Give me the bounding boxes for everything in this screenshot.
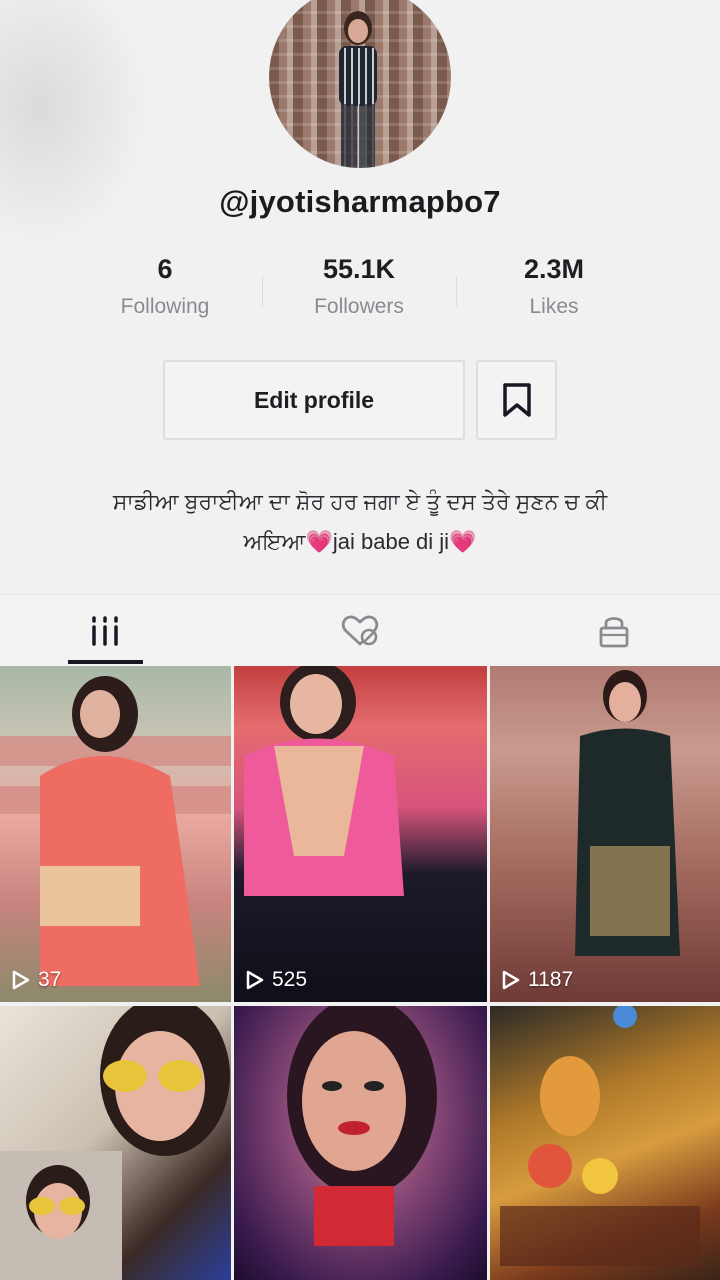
play-icon — [502, 970, 520, 990]
stats-divider — [262, 276, 263, 306]
thumbnail-image — [0, 676, 231, 986]
avatar[interactable] — [269, 0, 451, 168]
bio: ਸਾਡੀਆ ਬੁਰਾਈਆ ਦਾ ਸ਼ੋਰ ਹਰ ਜਗਾ ਏ ਤੂੰ ਦਸ ਤੇਰ… — [40, 482, 680, 562]
bio-line: ਸਾਡੀਆ ਬੁਰਾਈਆ ਦਾ ਸ਼ੋਰ ਹਰ ਜਗਾ ਏ ਤੂੰ ਦਸ ਤੇਰ… — [112, 489, 608, 514]
content-tabs — [0, 594, 720, 667]
bookmark-icon — [502, 383, 531, 417]
background-decoration — [0, 0, 160, 260]
view-count-text: 37 — [38, 968, 62, 991]
video-thumbnail[interactable]: 525 — [234, 666, 487, 1002]
lock-icon — [599, 617, 629, 648]
thumbnail-image — [575, 670, 680, 956]
likes-label: Likes — [529, 295, 579, 318]
stat-followers[interactable]: 55.1K Followers — [269, 254, 449, 319]
tab-private[interactable] — [554, 595, 674, 667]
following-count: 6 — [157, 254, 173, 284]
video-thumbnail[interactable]: 1187 — [490, 666, 720, 1002]
following-label: Following — [120, 295, 210, 318]
play-icon — [12, 970, 30, 990]
play-icon — [246, 970, 264, 990]
active-tab-indicator — [68, 660, 143, 664]
tab-videos[interactable] — [45, 595, 165, 667]
thumbnail-image — [0, 1006, 230, 1280]
avatar-person-image — [339, 11, 377, 168]
thumbnail-image — [287, 1006, 437, 1246]
tab-liked[interactable] — [300, 595, 420, 667]
likes-count: 2.3M — [523, 254, 585, 284]
thumbnail-image — [500, 1006, 700, 1266]
stat-likes[interactable]: 2.3M Likes — [464, 254, 644, 319]
video-thumbnail[interactable] — [234, 1006, 487, 1280]
video-thumbnail[interactable] — [0, 1006, 231, 1280]
followers-count: 55.1K — [322, 254, 396, 284]
stats-row: 6 Following 55.1K Followers 2.3M Likes — [0, 254, 720, 334]
view-count: 37 — [12, 968, 61, 992]
edit-profile-button[interactable]: Edit profile — [163, 360, 465, 440]
favorites-button[interactable] — [476, 360, 557, 440]
video-grid: 37 525 1187 — [0, 666, 720, 1280]
grid-icon — [92, 616, 118, 646]
bio-line: ਅਇਆ💗jai babe di ji💗 — [243, 529, 477, 554]
stats-divider — [456, 276, 457, 306]
thumbnail-image — [244, 666, 404, 896]
stat-following[interactable]: 6 Following — [75, 254, 255, 319]
view-count-text: 1187 — [528, 968, 574, 991]
followers-label: Followers — [314, 295, 404, 318]
view-count: 525 — [246, 968, 307, 992]
liked-heart-icon — [341, 615, 379, 646]
username: @jyotisharmapbo7 — [219, 184, 501, 219]
profile-page: @jyotisharmapbo7 6 Following 55.1K Follo… — [0, 0, 720, 1280]
view-count: 1187 — [502, 968, 573, 992]
view-count-text: 525 — [272, 968, 308, 991]
video-thumbnail[interactable] — [490, 1006, 720, 1280]
video-thumbnail[interactable]: 37 — [0, 666, 231, 1002]
